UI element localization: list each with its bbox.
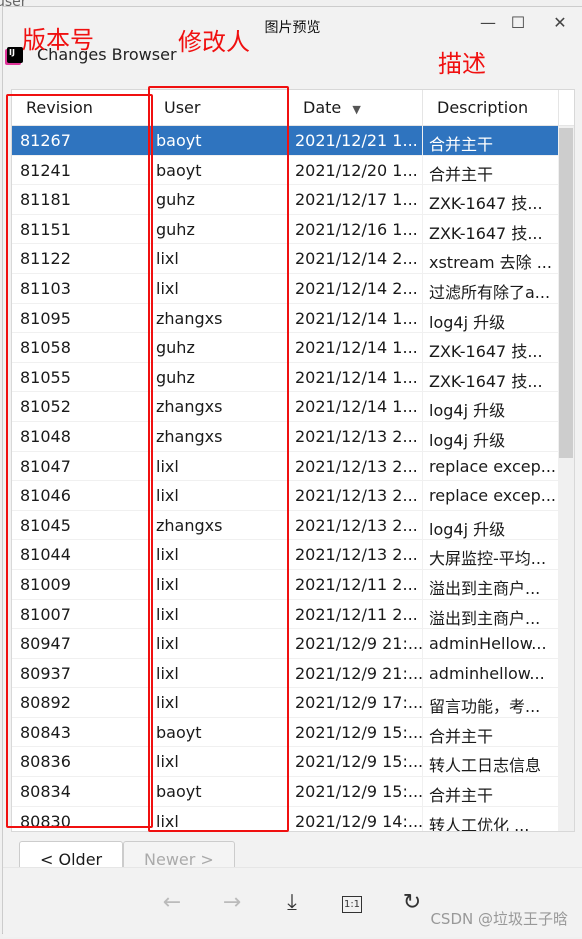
- cell-date: 2021/12/14 1...: [289, 333, 423, 362]
- cell-description: ZXK-1647 技...: [423, 333, 559, 362]
- cell-date: 2021/12/13 2...: [289, 540, 423, 569]
- cell-date: 2021/12/14 2...: [289, 244, 423, 273]
- cell-date: 2021/12/14 1...: [289, 362, 423, 392]
- cell-date: 2021/12/9 15:...: [289, 777, 423, 806]
- cell-description: log4j 升级: [423, 392, 559, 421]
- cell-date: 2021/12/11 2...: [289, 599, 423, 629]
- annotation-user: 修改人: [178, 28, 250, 56]
- intellij-logo-icon: IJ: [7, 46, 23, 63]
- annotation-description: 描述: [438, 50, 486, 78]
- cell-date: 2021/12/17 1...: [289, 185, 423, 214]
- refresh-icon[interactable]: ↻: [397, 890, 427, 915]
- cell-date: 2021/12/14 1...: [289, 392, 423, 421]
- cell-date: 2021/12/14 2...: [289, 273, 423, 303]
- sort-desc-icon: ▼: [352, 103, 361, 116]
- cell-date: 2021/12/9 14:...: [289, 806, 423, 831]
- cell-description: 溢出到主商户...: [423, 569, 559, 599]
- cell-description: 转人工日志信息: [423, 747, 559, 777]
- scrollbar-thumb[interactable]: [559, 128, 573, 458]
- cell-description: adminHellow...: [423, 629, 559, 658]
- cell-description: adminhellow...: [423, 658, 559, 688]
- annotation-revision: 版本号: [22, 26, 94, 54]
- cell-description: 合并主干: [423, 155, 559, 185]
- actual-size-label: 1:1: [341, 896, 363, 913]
- cell-description: 大屏监控-平均...: [423, 540, 559, 569]
- cell-description: xstream 去除 ...: [423, 244, 559, 273]
- cell-date: 2021/12/9 15:...: [289, 747, 423, 777]
- cell-date: 2021/12/9 15:...: [289, 717, 423, 747]
- download-icon[interactable]: ⤓: [277, 890, 307, 915]
- forward-arrow-icon[interactable]: →: [217, 890, 247, 915]
- cell-date: 2021/12/21 1...: [289, 126, 423, 155]
- column-header-date[interactable]: Date ▼: [289, 90, 423, 125]
- cell-date: 2021/12/13 2...: [289, 421, 423, 451]
- date-header-label: Date: [303, 98, 342, 117]
- cell-description: 合并主干: [423, 717, 559, 747]
- cell-description: 合并主干: [423, 126, 559, 155]
- cell-date: 2021/12/16 1...: [289, 214, 423, 244]
- cell-description: replace excep...: [423, 451, 559, 481]
- cell-description: ZXK-1647 技...: [423, 185, 559, 214]
- cell-date: 2021/12/13 2...: [289, 481, 423, 510]
- cell-description: ZXK-1647 技...: [423, 362, 559, 392]
- cell-description: 留言功能，考...: [423, 688, 559, 717]
- cell-description: log4j 升级: [423, 421, 559, 451]
- cell-date: 2021/12/11 2...: [289, 569, 423, 599]
- back-arrow-icon[interactable]: ←: [157, 890, 187, 915]
- cell-description: 合并主干: [423, 777, 559, 806]
- cell-date: 2021/12/20 1...: [289, 155, 423, 185]
- annotation-box-revision: [6, 94, 153, 828]
- close-icon[interactable]: ✕: [548, 13, 572, 32]
- column-header-description[interactable]: Description: [423, 90, 559, 125]
- cell-description: replace excep...: [423, 481, 559, 510]
- cell-description: 转人工优化 ...: [423, 806, 559, 831]
- cell-date: 2021/12/13 2...: [289, 451, 423, 481]
- annotation-box-user: [148, 86, 289, 832]
- cell-description: ZXK-1647 技...: [423, 214, 559, 244]
- cell-date: 2021/12/14 1...: [289, 303, 423, 333]
- cell-description: 溢出到主商户...: [423, 599, 559, 629]
- cell-description: log4j 升级: [423, 510, 559, 540]
- cell-date: 2021/12/9 17:...: [289, 688, 423, 717]
- cell-description: log4j 升级: [423, 303, 559, 333]
- actual-size-icon[interactable]: 1:1: [337, 890, 367, 915]
- cell-description: 过滤所有除了a...: [423, 273, 559, 303]
- watermark: CSDN @垃圾王子晗: [430, 910, 568, 928]
- maximize-icon[interactable]: ☐: [506, 13, 530, 32]
- vertical-scrollbar[interactable]: [558, 126, 574, 831]
- minimize-icon[interactable]: —: [476, 13, 500, 32]
- preview-toolbar: ← → ⤓ 1:1 ↻ CSDN @垃圾王子晗: [3, 867, 582, 937]
- cell-date: 2021/12/9 21:...: [289, 658, 423, 688]
- cell-date: 2021/12/9 21:...: [289, 629, 423, 658]
- cell-date: 2021/12/13 2...: [289, 510, 423, 540]
